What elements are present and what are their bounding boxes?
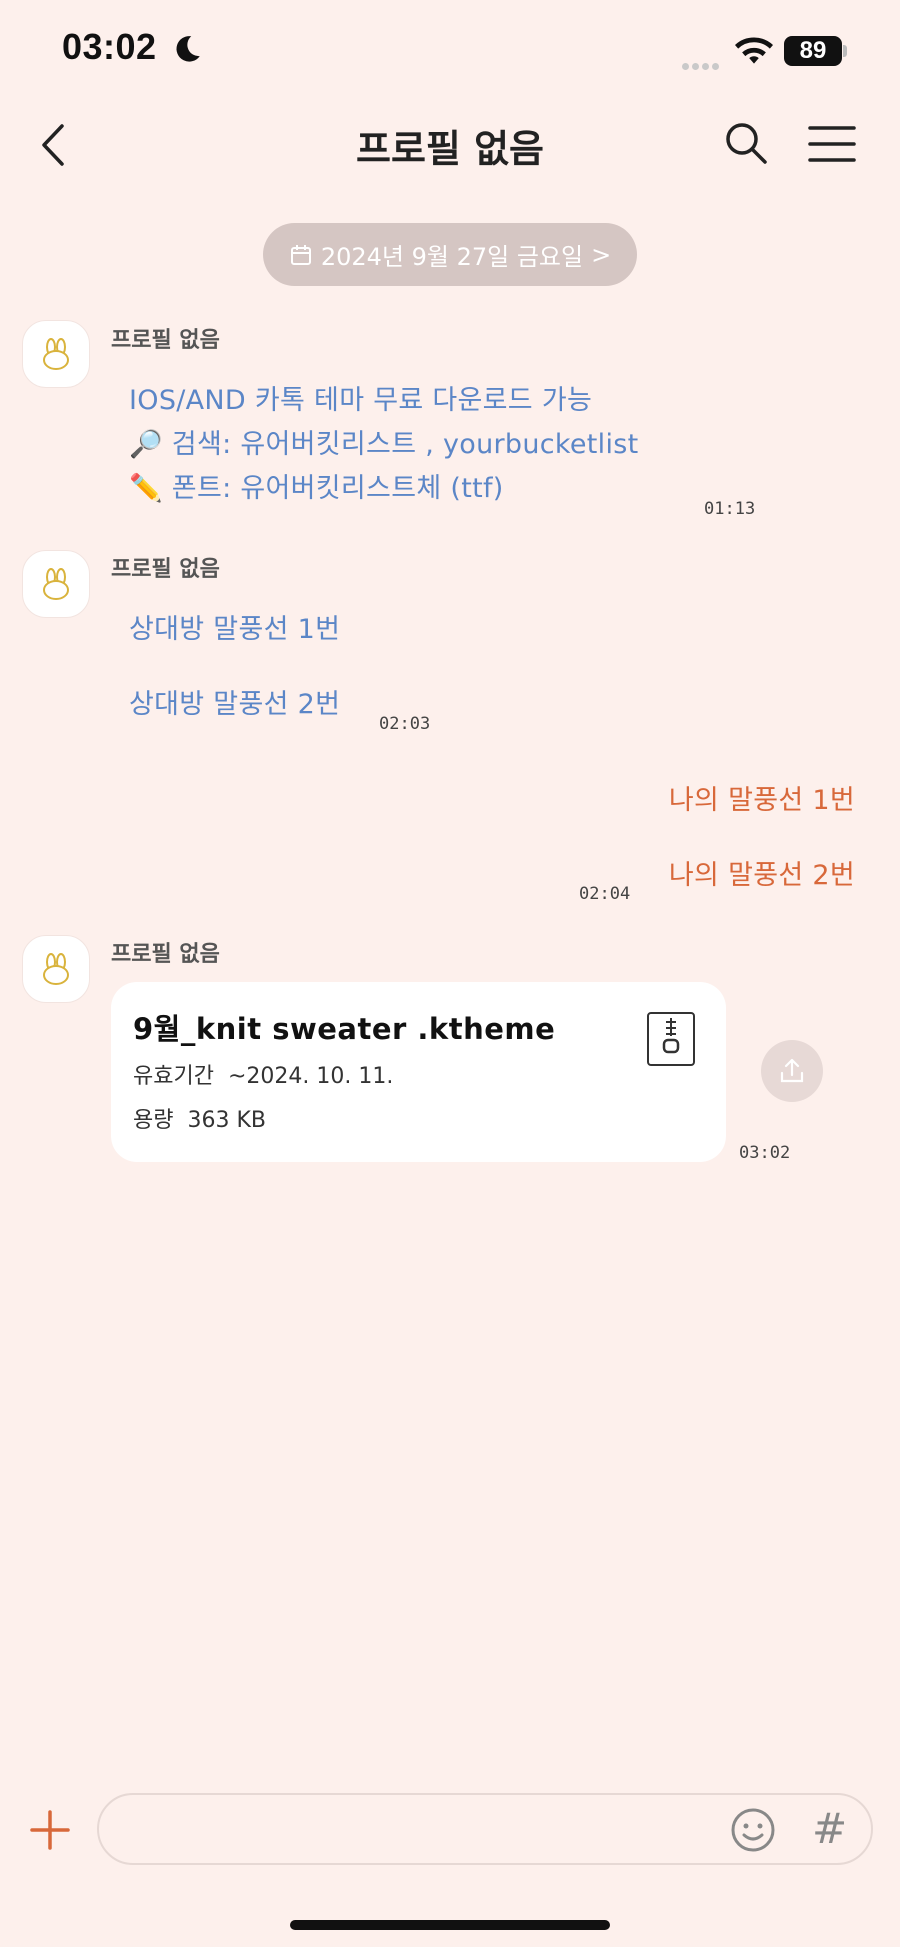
- expiry-label: 유효기간: [133, 1064, 214, 1089]
- bunny-icon: [43, 568, 69, 600]
- message-input[interactable]: [123, 1807, 687, 1853]
- battery-tip: [843, 45, 847, 57]
- file-expiry: 유효기간 ~2024. 10. 11.: [133, 1058, 393, 1090]
- sender-name: 프로필 없음: [111, 942, 220, 967]
- emoji-icon[interactable]: [730, 1807, 776, 1853]
- size-label: 용량: [133, 1108, 174, 1133]
- date-divider[interactable]: 2024년 9월 27일 금요일 >: [263, 223, 637, 286]
- my-message-text[interactable]: 나의 말풍선 1번: [669, 778, 855, 817]
- bunny-icon: [43, 953, 69, 985]
- sender-name: 프로필 없음: [111, 557, 220, 582]
- message-text[interactable]: 🔎 검색: 유어버킷리스트 , yourbucketlist: [129, 422, 639, 461]
- message-text[interactable]: ✏️ 폰트: 유어버킷리스트체 (ttf): [129, 466, 504, 505]
- wifi-icon: [735, 37, 773, 64]
- message-time: 03:02: [739, 1143, 791, 1163]
- message-text[interactable]: 상대방 말풍선 2번: [129, 682, 340, 721]
- avatar[interactable]: [22, 320, 90, 388]
- sender-name: 프로필 없음: [111, 328, 220, 353]
- date-label: 2024년 9월 27일 금요일: [320, 243, 584, 271]
- message-text[interactable]: IOS/AND 카톡 테마 무료 다운로드 가능: [129, 378, 592, 417]
- calendar-icon: [290, 244, 311, 265]
- zip-file-icon: [647, 1012, 695, 1066]
- share-icon: [780, 1058, 804, 1083]
- moon-icon: [176, 36, 200, 62]
- my-message-text[interactable]: 나의 말풍선 2번: [669, 853, 855, 892]
- message-text[interactable]: 상대방 말풍선 1번: [129, 607, 340, 646]
- bunny-icon: [43, 338, 69, 370]
- share-button[interactable]: [761, 1040, 823, 1102]
- status-time: 03:02: [62, 26, 157, 67]
- message-time: 02:04: [579, 884, 631, 904]
- hashtag-icon[interactable]: #: [812, 1804, 847, 1853]
- signal-icon: [682, 55, 722, 74]
- file-attachment-card[interactable]: 9월_knit sweater .ktheme 유효기간 ~2024. 10. …: [111, 982, 726, 1162]
- menu-icon[interactable]: [808, 124, 856, 164]
- size-value: 363 KB: [187, 1108, 266, 1133]
- avatar[interactable]: [22, 935, 90, 1003]
- file-size: 용량 363 KB: [133, 1102, 266, 1134]
- home-indicator: [290, 1920, 610, 1930]
- message-time: 02:03: [379, 714, 431, 734]
- battery-indicator: 89: [784, 36, 842, 66]
- file-name: 9월_knit sweater .ktheme: [133, 1012, 556, 1046]
- avatar[interactable]: [22, 550, 90, 618]
- expiry-value: ~2024. 10. 11.: [227, 1064, 394, 1089]
- chevron-right-icon: >: [591, 240, 612, 269]
- search-icon[interactable]: [723, 120, 769, 166]
- message-time: 01:13: [704, 499, 756, 519]
- plus-icon[interactable]: [28, 1808, 72, 1852]
